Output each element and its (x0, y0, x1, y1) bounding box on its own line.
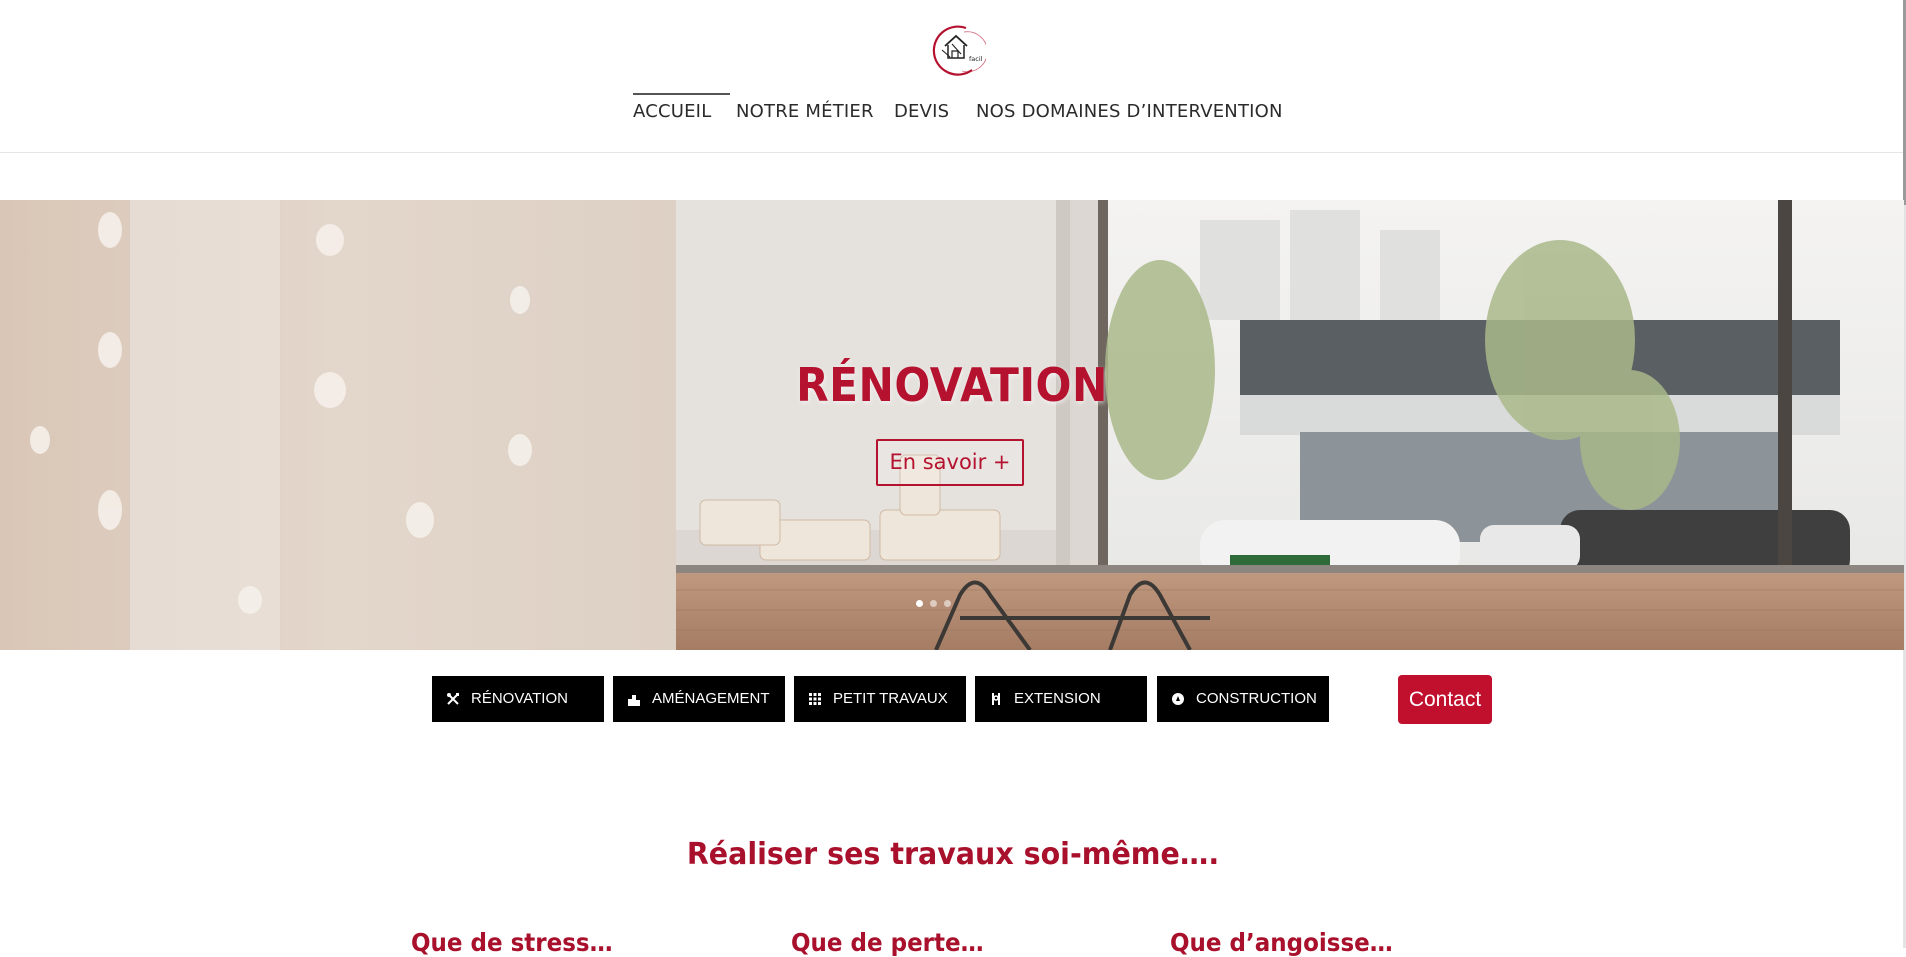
svg-text:facil: facil (969, 55, 983, 63)
category-button-construction[interactable]: CONSTRUCTION (1157, 676, 1329, 722)
nav-accueil[interactable]: ACCUEIL (633, 93, 731, 134)
grid-icon (809, 693, 821, 705)
hero-learn-more-button[interactable]: En savoir + (876, 439, 1024, 486)
tools-icon (447, 693, 459, 705)
hero-title: RÉNOVATION (796, 358, 1108, 412)
category-button-extension[interactable]: EXTENSION (975, 676, 1147, 722)
category-bar: RÉNOVATION AMÉNAGEMENT PETIT TRAVAUX EXT… (0, 675, 1906, 724)
nav-domaines-intervention[interactable]: NOS DOMAINES D’INTERVENTION (976, 94, 1283, 134)
pliers-icon (992, 693, 1000, 705)
feature-heading-stress: Que de stress… (411, 928, 613, 957)
slider-dot[interactable] (916, 600, 923, 607)
hero-background-image (0, 200, 1904, 650)
category-button-renovation[interactable]: RÉNOVATION (432, 676, 604, 722)
main-nav: ACCUEIL NOTRE MÉTIER DEVIS NOS DOMAINES … (0, 93, 1906, 134)
category-label: PETIT TRAVAUX (833, 690, 948, 707)
site-header: facil ACCUEIL NOTRE MÉTIER DEVIS NOS DOM… (0, 0, 1906, 153)
hero-slider: RÉNOVATION En savoir + (0, 200, 1904, 650)
category-label: RÉNOVATION (471, 690, 568, 707)
slider-dot[interactable] (944, 600, 951, 607)
logo-mark-icon: facil (932, 25, 988, 76)
category-button-amenagement[interactable]: AMÉNAGEMENT (613, 676, 785, 722)
category-label: CONSTRUCTION (1196, 690, 1317, 707)
category-label: EXTENSION (1014, 690, 1101, 707)
compass-icon (1172, 693, 1184, 705)
logo[interactable]: facil (928, 22, 988, 78)
feature-heading-angoisse: Que d’angoisse… (1170, 928, 1393, 957)
intro-heading: Réaliser ses travaux soi-même…. (686, 837, 1220, 872)
category-button-petit-travaux[interactable]: PETIT TRAVAUX (794, 676, 966, 722)
building-icon (628, 695, 640, 706)
slider-dot[interactable] (930, 600, 937, 607)
contact-button[interactable]: Contact (1398, 675, 1492, 724)
nav-notre-metier[interactable]: NOTRE MÉTIER (736, 94, 874, 134)
feature-heading-perte: Que de perte… (791, 928, 984, 957)
nav-devis[interactable]: DEVIS (894, 94, 949, 134)
category-label: AMÉNAGEMENT (652, 690, 770, 707)
